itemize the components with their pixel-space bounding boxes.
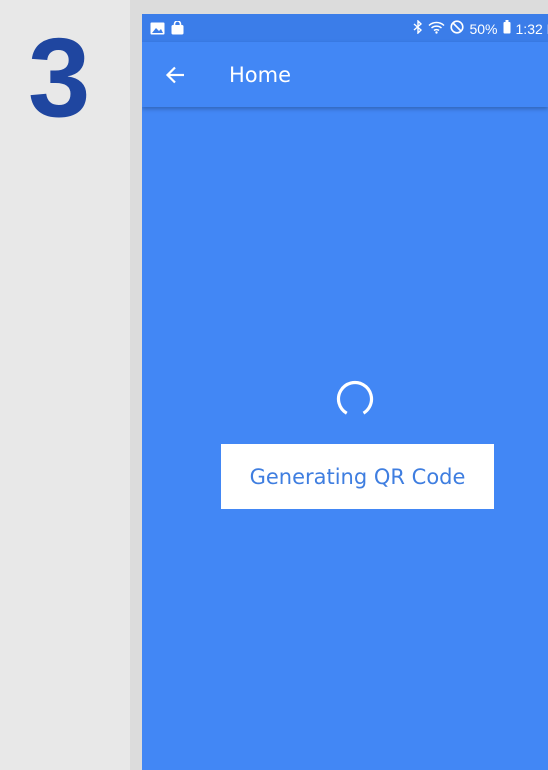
image-icon <box>150 22 165 38</box>
bluetooth-icon <box>413 19 423 37</box>
status-bar: 50% 1:32 P <box>142 14 548 42</box>
loading-spinner-icon <box>335 379 375 419</box>
status-message: Generating QR Code <box>249 464 466 489</box>
battery-icon <box>503 20 511 37</box>
page-title: Home <box>229 63 292 87</box>
battery-percent: 50% <box>469 20 498 37</box>
wifi-icon <box>428 21 445 37</box>
status-left-icons <box>150 20 184 38</box>
status-card: Generating QR Code <box>221 444 494 509</box>
back-arrow-icon[interactable] <box>162 62 190 88</box>
phone-frame: 50% 1:32 P Home <box>130 0 548 770</box>
shopping-bag-icon <box>171 20 184 38</box>
step-number: 3 <box>28 15 91 140</box>
do-not-disturb-icon <box>450 20 465 37</box>
phone-screen: 50% 1:32 P Home <box>142 14 548 770</box>
app-bar: Home <box>142 42 548 107</box>
status-time: 1:32 P <box>515 20 548 37</box>
status-right-icons: 50% 1:32 P <box>413 19 548 37</box>
